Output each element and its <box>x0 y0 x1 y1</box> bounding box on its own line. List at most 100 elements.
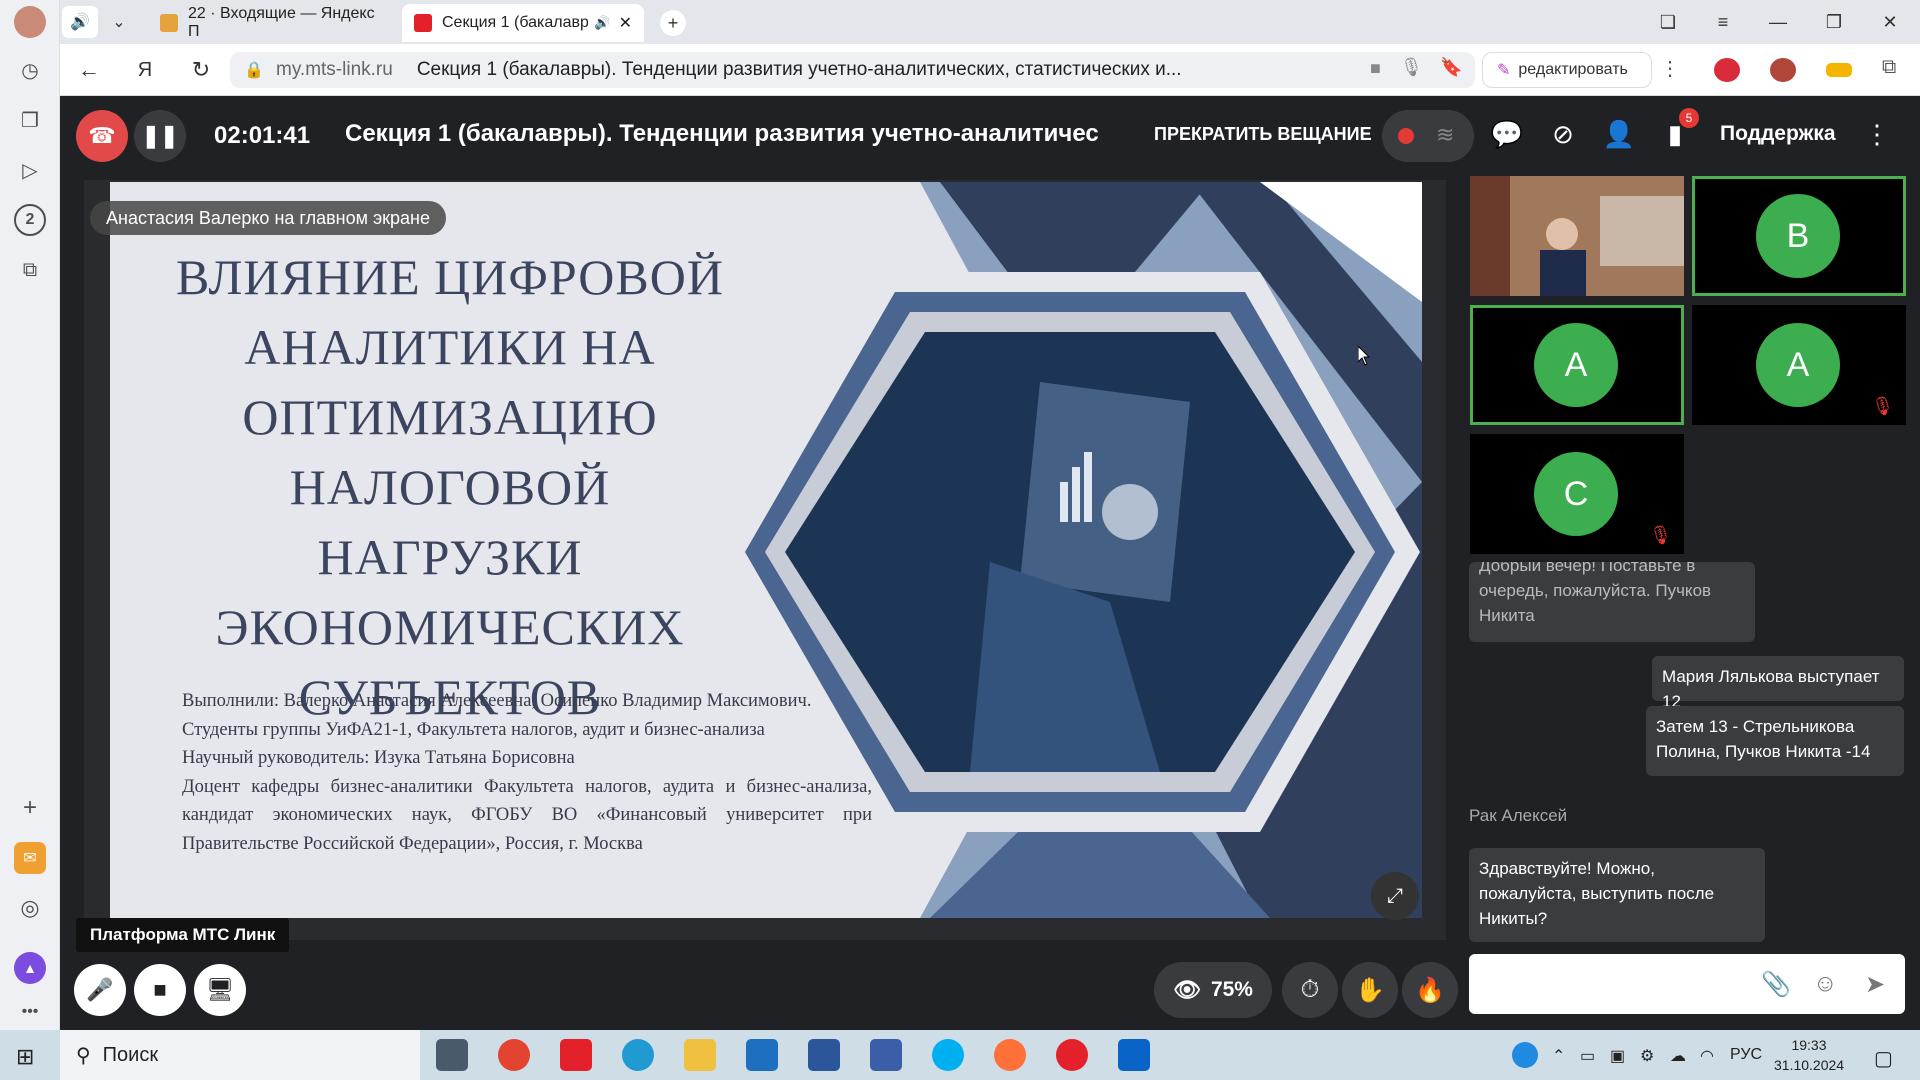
extension-character-icon[interactable] <box>1770 58 1796 82</box>
chat-sender-name: Рак Алексей <box>1469 806 1568 825</box>
menu-icon[interactable]: ≡ <box>1705 8 1741 36</box>
camera-permission-icon[interactable]: ■ <box>1370 58 1381 79</box>
network-settings-icon[interactable]: ⚙ <box>1640 1046 1654 1066</box>
raise-hand-button[interactable]: ✋ <box>1342 962 1398 1018</box>
speaker-icon[interactable]: 🔊 <box>62 6 98 38</box>
add-icon[interactable]: + <box>14 792 46 824</box>
pause-button[interactable]: ❚❚ <box>134 110 186 162</box>
photo-bar-1 <box>1060 482 1068 522</box>
profile-avatar[interactable] <box>14 6 46 38</box>
participant-video[interactable] <box>1470 176 1684 296</box>
explorer-icon[interactable] <box>684 1039 716 1071</box>
fullscreen-button[interactable]: ⤢ <box>1371 872 1419 920</box>
attach-icon[interactable]: 📎 <box>1761 970 1791 999</box>
participant-tile[interactable]: А <box>1470 305 1684 425</box>
screen-share-icon: 🖥 <box>206 977 234 1002</box>
history-icon[interactable]: ◷ <box>14 54 46 86</box>
url-field[interactable]: 🔒 my.mts-link.ru Секция 1 (бакалавры). Т… <box>230 52 1475 88</box>
tab-mail[interactable]: 22 · Входящие — Яндекс П <box>148 4 398 42</box>
chat-input[interactable]: 📎 ☺ ➤ <box>1469 954 1905 1014</box>
window-close-icon[interactable]: ✕ <box>1872 8 1908 36</box>
recording-indicator[interactable]: ≋ <box>1382 110 1474 162</box>
chat-message-text: Здравствуйте! Можно, пожалуйста, выступи… <box>1479 859 1715 928</box>
task-view-icon[interactable] <box>436 1039 468 1071</box>
clock-time: 19:33 <box>1791 1037 1827 1053</box>
emoji-icon[interactable]: ☺ <box>1813 970 1838 998</box>
reactions-button[interactable]: 🔥 <box>1402 962 1458 1018</box>
kebab-menu-icon[interactable]: ⋮ <box>1860 118 1894 150</box>
tab-close-icon[interactable]: ✕ <box>619 13 632 33</box>
photo-pie <box>1102 484 1158 540</box>
participant-tile[interactable]: А 🎙 <box>1692 305 1906 425</box>
chat-icon[interactable]: 💬 <box>1490 118 1524 150</box>
support-button[interactable]: Поддержка <box>1720 122 1836 146</box>
language-indicator[interactable]: РУС <box>1730 1046 1762 1064</box>
timer-button[interactable]: ⏱ <box>1282 962 1338 1018</box>
minimize-icon[interactable]: — <box>1760 8 1796 36</box>
bookmark-icon[interactable]: 🔖 <box>1440 57 1462 78</box>
tab-audio-icon[interactable]: 🔊 <box>594 15 610 31</box>
store-icon[interactable] <box>870 1039 902 1071</box>
microphone-button[interactable]: 🎤 <box>74 964 126 1016</box>
slide-authors: Выполнили: Валерко Анастасия Алексеевна,… <box>182 687 872 858</box>
send-icon[interactable]: ➤ <box>1865 970 1885 999</box>
stop-broadcast-button[interactable]: ПРЕКРАТИТЬ ВЕЩАНИЕ <box>1154 124 1372 145</box>
collections-icon[interactable]: ❐ <box>14 104 46 136</box>
skype-icon[interactable] <box>932 1039 964 1071</box>
help-icon[interactable] <box>1512 1042 1538 1068</box>
messenger-icon[interactable]: ▲ <box>14 952 46 984</box>
end-call-button[interactable]: ☎ <box>76 110 128 162</box>
wifi-icon[interactable]: ◠ <box>1700 1046 1714 1066</box>
camera-off-icon[interactable]: ⊘ <box>1546 118 1580 150</box>
mail-app-icon[interactable]: ✉ <box>14 842 46 874</box>
tray-chevron-icon[interactable]: ⌃ <box>1552 1046 1565 1066</box>
yandex-icon[interactable]: Я <box>130 56 160 84</box>
extension-shield-icon[interactable] <box>1714 58 1740 82</box>
yandex-app-icon[interactable] <box>560 1039 592 1071</box>
screenshot-extension-icon[interactable]: ⧉ <box>1882 56 1896 79</box>
screen-share-button[interactable]: 🖥 <box>194 964 246 1016</box>
battery-icon[interactable]: ▭ <box>1580 1046 1595 1066</box>
reload-icon[interactable]: ↻ <box>186 56 216 84</box>
taskbar-search[interactable]: ⚲ Поиск <box>60 1030 420 1080</box>
tab-mts-link-label: Секция 1 (бакалавры <box>442 14 589 31</box>
tab-mts-link[interactable]: Секция 1 (бакалавры 🔊 ✕ <box>402 4 644 42</box>
edit-button[interactable]: ✎ редактировать <box>1482 52 1652 88</box>
more-menu-icon[interactable]: ⋮ <box>1660 56 1680 81</box>
alice-icon[interactable]: ◎ <box>14 892 46 924</box>
tab-strip: 🔊 ⌄ 22 · Входящие — Яндекс П Секция 1 (б… <box>60 0 1920 44</box>
zoom-value: 75% <box>1210 978 1253 1001</box>
firefox-icon[interactable] <box>994 1039 1026 1071</box>
tab-list-chevron-icon[interactable]: ⌄ <box>104 8 134 36</box>
screenshot-icon[interactable]: ⧉ <box>14 254 46 286</box>
screen: ◷ ❐ ▷ 2 ⧉ + ✉ ◎ ▲ ••• 🔊 ⌄ 22 · Входящие … <box>0 0 1920 1080</box>
outlook-icon[interactable] <box>1118 1039 1150 1071</box>
microphone-permission-icon[interactable]: 🎙 <box>1400 57 1423 78</box>
cloud-icon[interactable]: ☁ <box>1670 1046 1686 1066</box>
word-icon[interactable] <box>808 1039 840 1071</box>
notifications-icon[interactable]: ▢ <box>1874 1046 1893 1071</box>
participant-avatar: В <box>1756 194 1840 278</box>
participant-tile[interactable]: В <box>1692 176 1906 296</box>
participants-icon[interactable]: 👤 <box>1602 118 1636 150</box>
bookmarks-panel-icon[interactable]: ❏ <box>1650 8 1686 36</box>
back-icon[interactable]: ← <box>74 56 104 84</box>
photo-bar-2 <box>1072 467 1080 522</box>
camera-tray-icon[interactable]: ▣ <box>1610 1046 1625 1066</box>
mail-icon[interactable] <box>746 1039 778 1071</box>
restore-icon[interactable]: ❐ <box>1816 8 1852 36</box>
clock[interactable]: 19:33 31.10.2024 <box>1774 1035 1844 1075</box>
more-icon[interactable]: ••• <box>14 996 46 1028</box>
windows-start-icon[interactable]: ⊞ <box>16 1044 34 1070</box>
new-tab-icon[interactable]: + <box>660 10 686 36</box>
yandex-browser-icon[interactable] <box>1056 1039 1088 1071</box>
battery-extension-icon[interactable] <box>1826 63 1852 77</box>
camera-button[interactable]: ■ <box>134 964 186 1016</box>
edge-icon[interactable] <box>622 1039 654 1071</box>
chrome-icon[interactable] <box>498 1039 530 1071</box>
video-icon[interactable]: ▷ <box>14 154 46 186</box>
badge-two-icon[interactable]: 2 <box>14 204 46 236</box>
slide-title-line: ВЛИЯНИЕ ЦИФРОВОЙ <box>176 249 724 305</box>
zoom-control[interactable]: 👁 75% <box>1154 962 1272 1018</box>
participant-tile[interactable]: С 🎙 <box>1470 434 1684 554</box>
